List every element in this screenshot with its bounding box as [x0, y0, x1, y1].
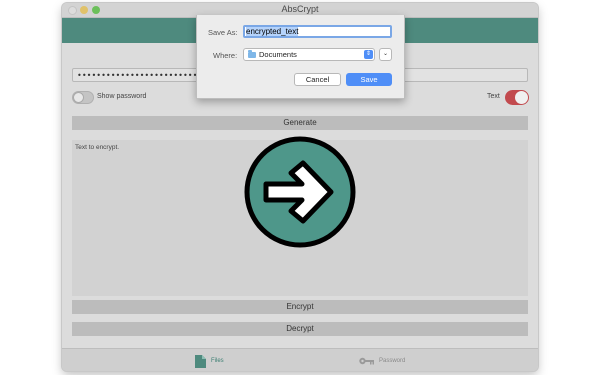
text-mode-toggle[interactable] [505, 90, 529, 105]
filename-input[interactable]: encrypted_text [243, 25, 392, 38]
cancel-button[interactable]: Cancel [294, 73, 341, 86]
save-button[interactable]: Save [346, 73, 392, 86]
expand-dialog-button[interactable]: ⌄ [379, 48, 392, 61]
save-as-label: Save As: [208, 28, 238, 37]
text-input-placeholder: Text to encrypt. [75, 144, 120, 151]
filename-value: encrypted_text [246, 27, 299, 36]
key-icon [359, 357, 374, 365]
tab-files[interactable]: Files [195, 354, 224, 368]
decrypt-button[interactable]: Decrypt [72, 322, 528, 336]
show-password-label: Show password [97, 93, 147, 100]
tab-label: Files [211, 358, 224, 364]
tab-label: Password [379, 358, 406, 364]
arrow-right-icon [244, 136, 356, 248]
toggle-knob [515, 91, 528, 104]
where-label: Where: [213, 51, 238, 60]
toggle-knob [73, 92, 84, 103]
bottom-tab-bar: Files Password [62, 348, 538, 371]
generate-button[interactable]: Generate [72, 116, 528, 130]
location-value: Documents [259, 50, 297, 59]
show-password-toggle[interactable] [72, 91, 94, 104]
location-select[interactable]: Documents ⇕ [243, 48, 375, 61]
tab-password[interactable]: Password [359, 354, 405, 368]
save-dialog: Save As: encrypted_text Where: Documents… [196, 15, 405, 99]
updown-chevron-icon: ⇕ [364, 50, 373, 59]
folder-icon [248, 50, 256, 58]
encrypt-button[interactable]: Encrypt [72, 300, 528, 314]
text-mode-label: Text [487, 93, 500, 100]
window-title: AbsCrypt [281, 4, 319, 14]
file-icon [195, 354, 206, 368]
